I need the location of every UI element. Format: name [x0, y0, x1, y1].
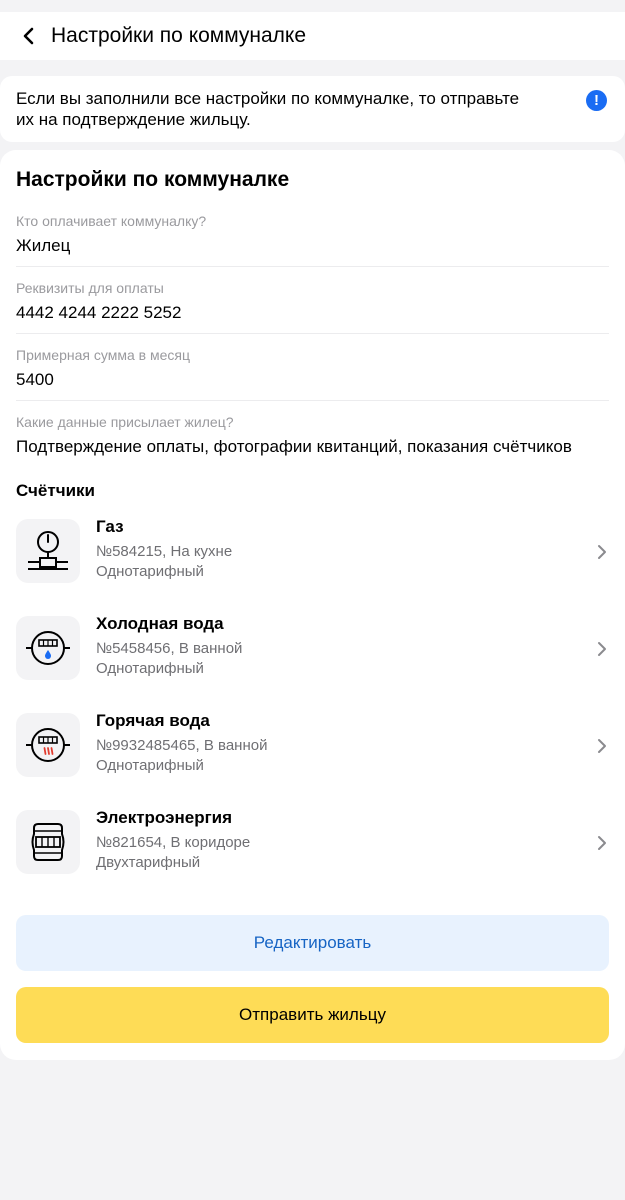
meter-name: Газ: [96, 517, 124, 536]
info-banner: Если вы заполнили все настройки по комму…: [0, 76, 625, 142]
send-to-tenant-button[interactable]: Отправить жильцу: [16, 987, 609, 1043]
field-label: Какие данные присылает жилец?: [16, 414, 234, 430]
meter-tariff: Однотарифный: [96, 563, 204, 580]
field-payer: Кто оплачивает коммуналку? Жилец: [16, 212, 609, 257]
meter-name: Горячая вода: [96, 711, 210, 730]
status-bar: [0, 0, 625, 12]
field-label: Реквизиты для оплаты: [16, 280, 164, 296]
field-value: 5400: [16, 370, 54, 389]
divider: [16, 333, 609, 334]
field-label: Примерная сумма в месяц: [16, 347, 190, 363]
gas-meter-icon: [16, 519, 80, 583]
field-monthly-amount: Примерная сумма в месяц 5400: [16, 346, 609, 391]
field-tenant-data: Какие данные присылает жилец? Подтвержде…: [16, 413, 609, 458]
page-title: Настройки по коммуналке: [51, 24, 307, 47]
meters-section-title: Счётчики: [16, 481, 95, 500]
field-value: Подтверждение оплаты, фотографии квитанц…: [16, 437, 572, 456]
chevron-right-icon: [598, 739, 606, 753]
exclamation-icon[interactable]: !: [586, 90, 607, 111]
top-bar: Настройки по коммуналке: [0, 12, 625, 60]
meter-name: Электроэнергия: [96, 808, 233, 827]
meter-tariff: Двухтарифный: [96, 854, 201, 871]
chevron-right-icon: [598, 836, 606, 850]
meter-item-gas[interactable]: Газ №584215, На кухне Однотарифный: [16, 517, 609, 585]
edit-button[interactable]: Редактировать: [16, 915, 609, 971]
field-label: Кто оплачивает коммуналку?: [16, 213, 207, 229]
chevron-right-icon: [598, 545, 606, 559]
card-title: Настройки по коммуналке: [16, 168, 290, 191]
info-banner-text: Если вы заполнили все настройки по комму…: [16, 89, 520, 129]
divider: [16, 266, 609, 267]
meter-number-location: №584215, На кухне: [96, 543, 233, 560]
chevron-right-icon: [598, 642, 606, 656]
field-payment-details: Реквизиты для оплаты 4442 4244 2222 5252: [16, 279, 609, 324]
meter-name: Холодная вода: [96, 614, 224, 633]
meter-item-electricity[interactable]: Электроэнергия №821654, В коридоре Двухт…: [16, 808, 609, 876]
cold-water-meter-icon: [16, 616, 80, 680]
meter-tariff: Однотарифный: [96, 660, 204, 677]
field-value: Жилец: [16, 236, 71, 255]
meter-number-location: №9932485465, В ванной: [96, 737, 268, 754]
utility-settings-card: Настройки по коммуналке Кто оплачивает к…: [0, 150, 625, 1060]
divider: [16, 400, 609, 401]
meter-number-location: №821654, В коридоре: [96, 834, 251, 851]
meter-item-hot-water[interactable]: Горячая вода №9932485465, В ванной Однот…: [16, 711, 609, 779]
chevron-left-icon: [23, 27, 34, 45]
meter-item-cold-water[interactable]: Холодная вода №5458456, В ванной Однотар…: [16, 614, 609, 682]
meter-tariff: Однотарифный: [96, 757, 204, 774]
back-button[interactable]: [16, 23, 42, 49]
hot-water-meter-icon: [16, 713, 80, 777]
electricity-meter-icon: [16, 810, 80, 874]
field-value: 4442 4244 2222 5252: [16, 303, 182, 322]
meter-number-location: №5458456, В ванной: [96, 640, 243, 657]
